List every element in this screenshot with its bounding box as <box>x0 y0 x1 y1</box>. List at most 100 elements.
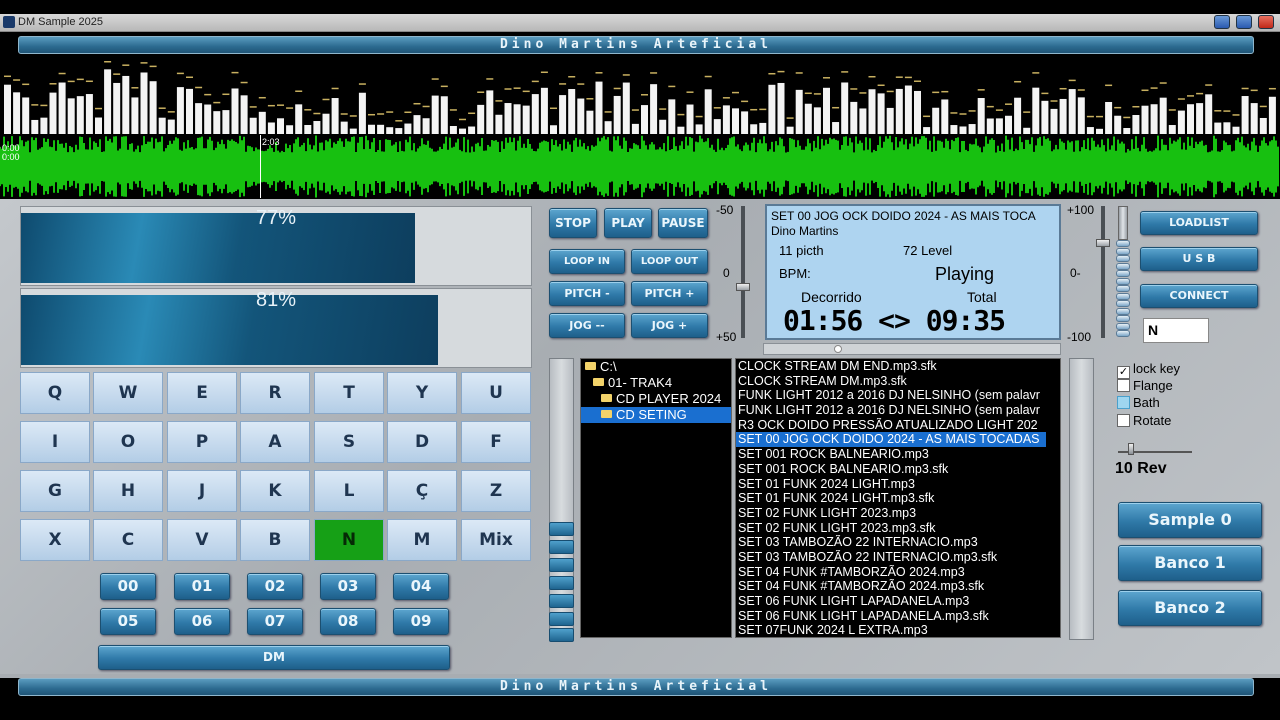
key-ç[interactable]: Ç <box>387 470 457 512</box>
banco-1-button[interactable]: Banco 1 <box>1118 545 1262 581</box>
tree-item[interactable]: CD SETING <box>581 407 731 423</box>
file-item[interactable]: SET 03 TAMBOZÃO 22 INTERNACIO.mp3.sfk <box>736 550 1060 565</box>
key-j[interactable]: J <box>167 470 237 512</box>
mini-button-2[interactable] <box>549 540 574 554</box>
waveform[interactable]: 0:00 0:00 2:03 <box>0 135 1280 198</box>
key-g[interactable]: G <box>20 470 90 512</box>
play-button[interactable]: PLAY <box>604 208 652 238</box>
sample-0-button[interactable]: Sample 0 <box>1118 502 1262 538</box>
volume-meter-1[interactable]: 77% <box>20 206 532 286</box>
num-button-00[interactable]: 00 <box>100 573 156 600</box>
mini-button-6[interactable] <box>549 612 574 626</box>
key-a[interactable]: A <box>240 421 310 463</box>
pitch-slider-track[interactable] <box>741 206 745 338</box>
key-h[interactable]: H <box>93 470 163 512</box>
num-button-03[interactable]: 03 <box>320 573 376 600</box>
key-f[interactable]: F <box>461 421 531 463</box>
file-item[interactable]: FUNK LIGHT 2012 a 2016 DJ NELSINHO (sem … <box>736 403 1060 418</box>
key-t[interactable]: T <box>314 372 384 414</box>
jog-minus-button[interactable]: JOG -- <box>549 313 625 338</box>
pitch-plus-button[interactable]: PITCH + <box>631 281 708 306</box>
n-field[interactable]: N <box>1143 318 1209 343</box>
banco-2-button[interactable]: Banco 2 <box>1118 590 1262 626</box>
file-item[interactable]: SET 04 FUNK #TAMBORZÃO 2024.mp3 <box>736 565 1060 580</box>
key-x[interactable]: X <box>20 519 90 561</box>
mini-button-4[interactable] <box>549 576 574 590</box>
key-c[interactable]: C <box>93 519 163 561</box>
folder-tree[interactable]: C:\ 01- TRAK4 CD PLAYER 2024 CD SETING <box>580 358 732 638</box>
file-item[interactable]: FUNK LIGHT 2012 a 2016 DJ NELSINHO (sem … <box>736 388 1060 403</box>
key-o[interactable]: O <box>93 421 163 463</box>
num-button-04[interactable]: 04 <box>393 573 449 600</box>
rotate-box[interactable] <box>1117 414 1130 427</box>
loadlist-button[interactable]: LOADLIST <box>1140 211 1258 235</box>
file-item[interactable]: SET 06 FUNK LIGHT LAPADANELA.mp3.sfk <box>736 609 1060 624</box>
file-item[interactable]: SET 01 FUNK 2024 LIGHT.mp3.sfk <box>736 491 1060 506</box>
num-button-05[interactable]: 05 <box>100 608 156 635</box>
key-i[interactable]: I <box>20 421 90 463</box>
flange-checkbox[interactable]: Flange <box>1117 378 1173 393</box>
pause-button[interactable]: PAUSE <box>658 208 708 238</box>
mini-button-5[interactable] <box>549 594 574 608</box>
display-scroll-thumb[interactable] <box>834 345 842 353</box>
file-item[interactable]: SET 00 JOG OCK DOIDO 2024 - AS MAIS TOCA… <box>736 432 1046 448</box>
key-b[interactable]: B <box>240 519 310 561</box>
key-u[interactable]: U <box>461 372 531 414</box>
num-button-02[interactable]: 02 <box>247 573 303 600</box>
pitch-minus-button[interactable]: PITCH - <box>549 281 625 306</box>
key-d[interactable]: D <box>387 421 457 463</box>
volume-meter-2[interactable]: 81% <box>20 288 532 368</box>
file-item[interactable]: SET 03 TAMBOZÃO 22 INTERNACIO.mp3 <box>736 535 1060 550</box>
file-list[interactable]: CLOCK STREAM DM END.mp3.sfk CLOCK STREAM … <box>735 358 1061 638</box>
lock-key-checkbox[interactable]: ✓ lock key <box>1117 361 1180 379</box>
mini-button-3[interactable] <box>549 558 574 572</box>
key-n[interactable]: N <box>314 519 384 561</box>
maximize-button[interactable] <box>1236 15 1252 29</box>
file-item[interactable]: SET 02 FUNK LIGHT 2023.mp3.sfk <box>736 521 1060 536</box>
minimize-button[interactable] <box>1214 15 1230 29</box>
rev-slider-thumb[interactable] <box>1128 443 1134 455</box>
key-r[interactable]: R <box>240 372 310 414</box>
key-q[interactable]: Q <box>20 372 90 414</box>
loop-in-button[interactable]: LOOP IN <box>549 249 625 274</box>
num-button-01[interactable]: 01 <box>174 573 230 600</box>
key-k[interactable]: K <box>240 470 310 512</box>
file-item[interactable]: R3 OCK DOIDO PRESSÃO ATUALIZADO LIGHT 20… <box>736 418 1060 433</box>
mini-button-7[interactable] <box>549 628 574 642</box>
file-item[interactable]: CLOCK STREAM DM.mp3.sfk <box>736 374 1060 389</box>
file-item[interactable]: SET 06 FUNK LIGHT LAPADANELA.mp3 <box>736 594 1060 609</box>
num-button-06[interactable]: 06 <box>174 608 230 635</box>
num-button-09[interactable]: 09 <box>393 608 449 635</box>
stop-button[interactable]: STOP <box>549 208 597 238</box>
key-v[interactable]: V <box>167 519 237 561</box>
file-list-scrollbar[interactable] <box>1069 358 1094 640</box>
display-scrollbar[interactable] <box>763 343 1061 355</box>
file-item[interactable]: SET 01 FUNK 2024 LIGHT.mp3 <box>736 477 1060 492</box>
tree-item[interactable]: CD PLAYER 2024 <box>581 391 731 407</box>
key-e[interactable]: E <box>167 372 237 414</box>
file-item[interactable]: SET 02 FUNK LIGHT 2023.mp3 <box>736 506 1060 521</box>
flange-box[interactable] <box>1117 379 1130 392</box>
jog-plus-button[interactable]: JOG + <box>631 313 708 338</box>
file-item[interactable]: CLOCK STREAM DM END.mp3.sfk <box>736 359 1060 374</box>
dm-button[interactable]: DM <box>98 645 450 670</box>
tree-item[interactable]: 01- TRAK4 <box>581 375 731 391</box>
loop-out-button[interactable]: LOOP OUT <box>631 249 708 274</box>
num-button-08[interactable]: 08 <box>320 608 376 635</box>
file-item[interactable]: SET 07FUNK 2024 L EXTRA.mp3 <box>736 623 1060 637</box>
bath-box[interactable] <box>1117 396 1130 409</box>
rotate-checkbox[interactable]: Rotate <box>1117 413 1171 428</box>
file-item[interactable]: SET 001 ROCK BALNEARIO.mp3.sfk <box>736 462 1060 477</box>
num-button-07[interactable]: 07 <box>247 608 303 635</box>
key-w[interactable]: W <box>93 372 163 414</box>
key-z[interactable]: Z <box>461 470 531 512</box>
key-p[interactable]: P <box>167 421 237 463</box>
file-item[interactable]: SET 001 ROCK BALNEARIO.mp3 <box>736 447 1060 462</box>
key-s[interactable]: S <box>314 421 384 463</box>
mini-button-1[interactable] <box>549 522 574 536</box>
usb-button[interactable]: U S B <box>1140 247 1258 271</box>
pitch-slider-thumb[interactable] <box>736 283 750 291</box>
tree-item[interactable]: C:\ <box>581 359 731 375</box>
volume-slider-track[interactable] <box>1101 206 1105 338</box>
volume-slider-thumb[interactable] <box>1096 239 1110 247</box>
